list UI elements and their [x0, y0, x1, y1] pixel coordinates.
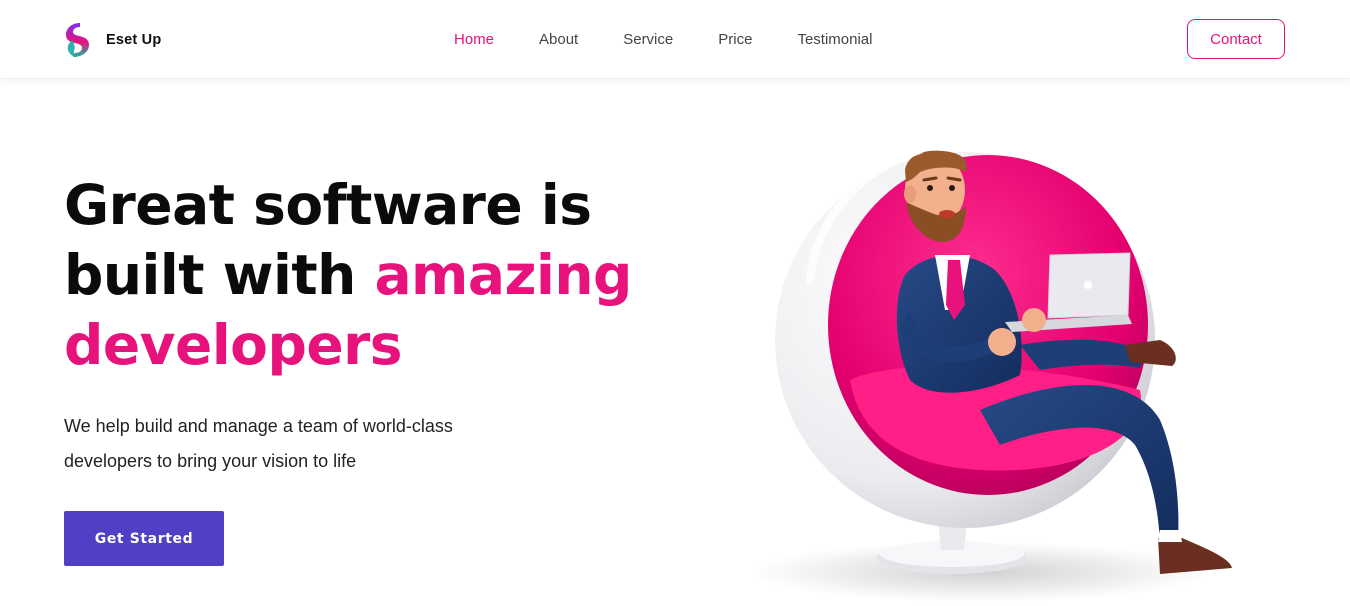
main-nav: Home About Service Price Testimonial [454, 31, 917, 48]
hero-title-accent-line: developers [64, 313, 403, 377]
hero-title-line1: Great software is [64, 173, 592, 237]
nav-item-testimonial[interactable]: Testimonial [797, 31, 872, 48]
nav-item-about[interactable]: About [539, 31, 578, 48]
site-header: Eset Up Home About Service Price Testimo… [0, 0, 1350, 79]
nav-item-home[interactable]: Home [454, 31, 494, 48]
nav-item-price[interactable]: Price [718, 31, 752, 48]
brand-name: Eset Up [106, 32, 162, 48]
hero-title-accent-word: amazing [374, 243, 632, 307]
hero-subtitle: We help build and manage a team of world… [64, 416, 453, 471]
brand[interactable]: Eset Up [64, 22, 161, 58]
brand-logo-icon [66, 23, 89, 57]
man-in-egg-chair-illustration [750, 146, 1232, 602]
contact-button[interactable]: Contact [1187, 19, 1285, 59]
get-started-button[interactable]: Get Started [64, 511, 224, 566]
nav-item-service[interactable]: Service [623, 31, 673, 48]
hero-title: Great software is built with amazing dev… [64, 170, 704, 380]
hero-title-line2: built with [64, 243, 375, 307]
